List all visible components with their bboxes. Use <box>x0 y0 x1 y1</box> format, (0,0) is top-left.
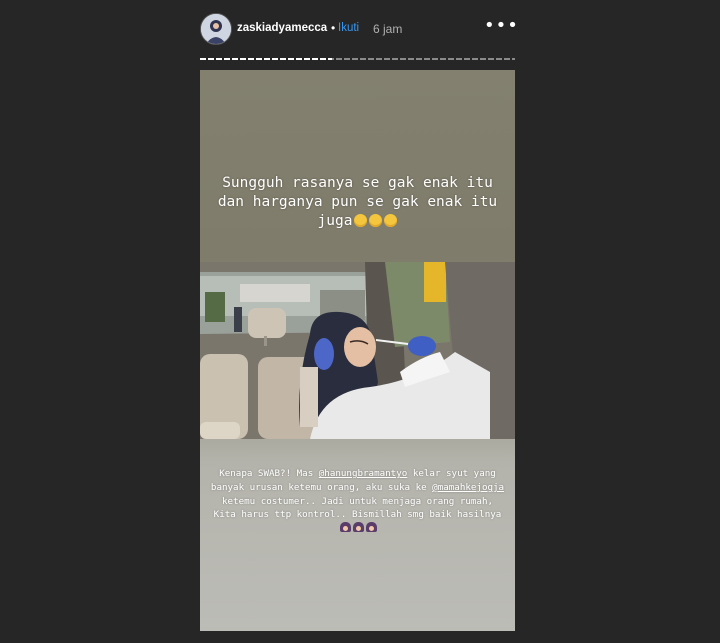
mention-link-hanungbramantyo[interactable]: @hanungbramantyo <box>319 468 408 479</box>
more-options-icon[interactable]: ••• <box>484 15 519 36</box>
story-caption-bottom: Kenapa SWAB?! Mas @hanungbramantyo kelar… <box>210 467 505 536</box>
grinning-sweat-emoji-icon <box>354 214 368 227</box>
caption-bottom-text-1: Kenapa SWAB?! Mas <box>219 468 319 479</box>
story-caption-top: Sungguh rasanya se gak enak itu dan harg… <box>210 174 505 231</box>
story-header: zaskiadyamecca • Ikuti 6 jam ••• <box>200 13 520 47</box>
girl-emoji-icon <box>353 522 364 533</box>
mention-link-mamahkejogja[interactable]: @mamahkejogja <box>432 482 504 493</box>
grinning-sweat-emoji-icon <box>369 214 383 227</box>
swab-test-photo <box>200 262 515 439</box>
avatar[interactable] <box>200 13 232 45</box>
post-time: 6 jam <box>373 22 403 36</box>
separator-dot: • <box>331 21 336 35</box>
caption-bottom-text-3: ketemu costumer.. Jadi untuk menjaga ora… <box>213 495 502 521</box>
grinning-sweat-emoji-icon <box>384 214 398 227</box>
story-progress-bar <box>200 58 515 60</box>
story-content[interactable]: Sungguh rasanya se gak enak itu dan harg… <box>200 70 515 631</box>
story-progress-fill <box>200 58 333 60</box>
girl-emoji-icon <box>366 522 377 533</box>
follow-button[interactable]: Ikuti <box>338 22 359 34</box>
username-link[interactable]: zaskiadyamecca <box>237 22 327 34</box>
girl-emoji-icon <box>340 522 351 533</box>
avatar-image <box>201 14 231 44</box>
story-photo <box>200 262 515 439</box>
